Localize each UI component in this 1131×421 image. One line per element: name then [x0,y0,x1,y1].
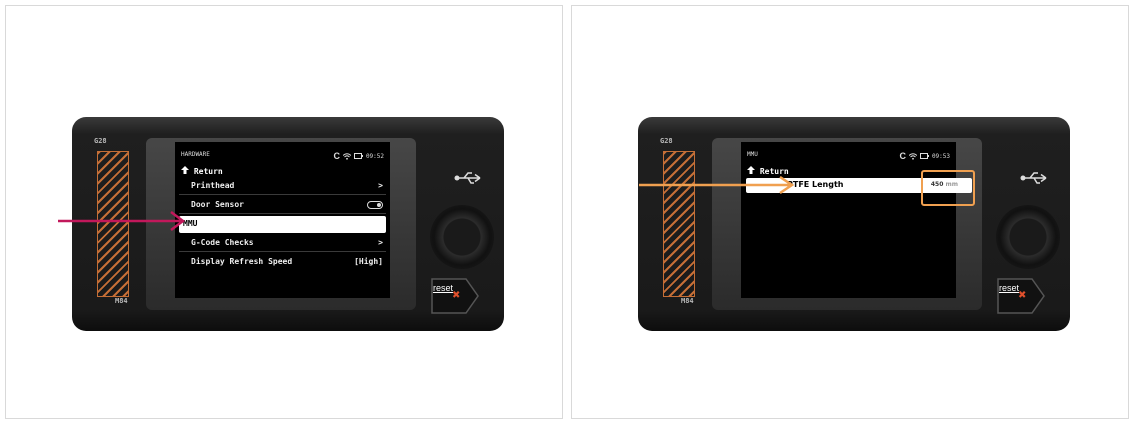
value-highlight-box [921,170,975,206]
lcd-screen: HARDWARE C 09:52 Return Printhead > Door… [175,142,390,298]
wifi-icon [908,152,917,160]
c-icon: C [333,151,340,161]
menu-item-label: Display Refresh Speed [191,257,293,266]
top-label: G28 [94,137,107,145]
reset-button[interactable]: reset ✖ [996,277,1046,315]
menu-item-printhead[interactable]: Printhead > [179,178,386,195]
chevron-right-icon: > [378,181,383,190]
menu-item-label: Printhead [191,181,235,190]
chevron-right-icon: > [378,238,383,247]
usb-icon [454,172,481,184]
right-panel: G28 M84 MMU C 09:53 Return reset ✖ PTFE … [571,5,1129,419]
top-label: G28 [660,137,673,145]
clock: 09:52 [365,152,384,160]
reset-button[interactable]: reset ✖ [430,277,480,315]
screen-title: HARDWARE [181,151,210,158]
return-button[interactable]: Return [181,166,223,176]
reset-label: reset [433,283,454,293]
menu-item-display-refresh-speed[interactable]: Display Refresh Speed [High] [179,254,386,271]
menu-item-value: [High] [354,257,383,266]
menu-item-label: Door Sensor [191,200,244,209]
x-icon: ✖ [452,290,461,301]
bottom-label: M84 [681,297,694,305]
status-bar: HARDWARE C 09:52 [181,151,384,161]
status-bar: MMU C 09:53 [747,151,950,161]
wifi-icon [342,152,351,160]
return-label: Return [759,167,789,176]
usb-drive-icon [353,153,363,159]
c-icon: C [899,151,906,161]
left-panel: G28 M84 HARDWARE C 09:52 Return Printhea… [5,5,563,419]
control-knob[interactable] [430,205,494,269]
return-arrow-icon [181,166,189,174]
toggle-switch[interactable] [367,201,383,209]
reset-label: reset [999,283,1020,293]
usb-icon [1020,172,1047,184]
return-arrow-icon [747,166,755,174]
bottom-label: M84 [115,297,128,305]
control-knob[interactable] [996,205,1060,269]
x-icon: ✖ [1018,290,1027,301]
printer-display-unit: G28 M84 MMU C 09:53 Return reset ✖ [638,117,1070,331]
lcd-screen: MMU C 09:53 Return [741,142,956,298]
menu-item-mmu[interactable]: MMU [179,216,386,233]
return-button[interactable]: Return [747,166,789,176]
pointer-arrow [58,211,186,231]
menu-item-door-sensor[interactable]: Door Sensor [179,197,386,214]
pointer-arrow [639,176,795,195]
clock: 09:53 [931,152,950,160]
usb-drive-icon [919,153,929,159]
menu-item-gcode-checks[interactable]: G-Code Checks > [179,235,386,252]
hatched-stripe [663,151,695,297]
screen-title: MMU [747,151,758,158]
return-label: Return [193,167,223,176]
menu-item-label: G-Code Checks [191,238,254,247]
